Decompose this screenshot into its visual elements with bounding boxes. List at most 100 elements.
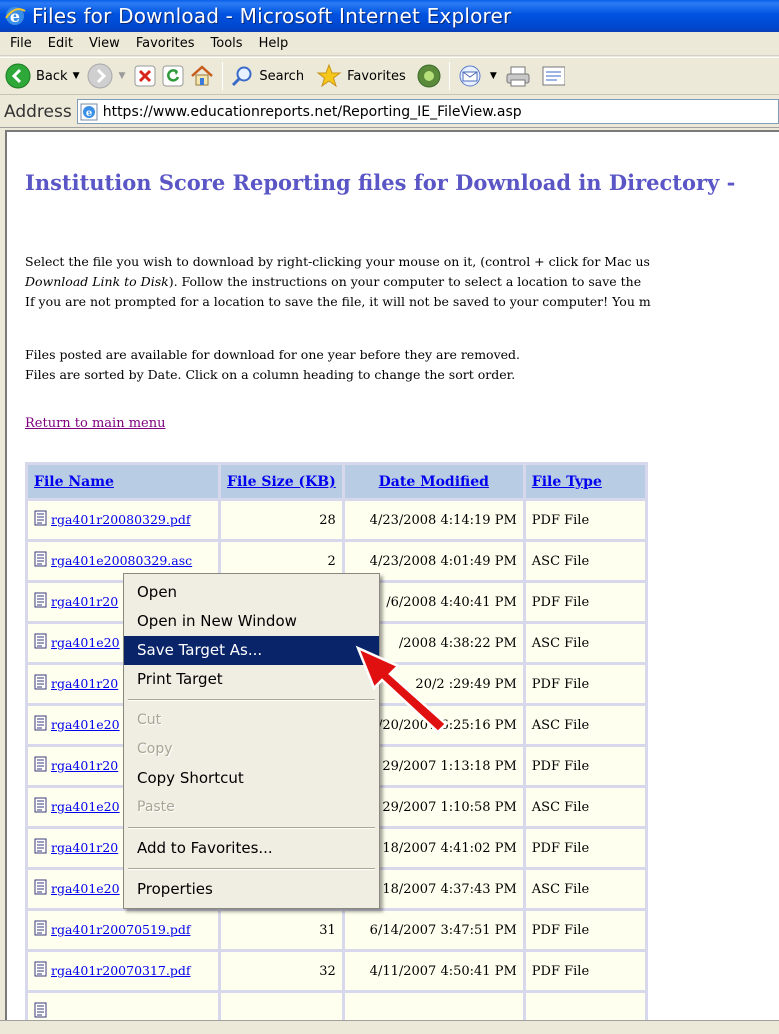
notes-line-1: Files posted are available for download … xyxy=(25,347,521,362)
cell-file-name xyxy=(28,993,218,1020)
toolbar-separator xyxy=(448,62,450,90)
svg-text:e: e xyxy=(86,108,92,119)
cell-file-type xyxy=(525,993,645,1020)
file-link[interactable]: rga401r20 xyxy=(51,676,118,691)
menu-help[interactable]: Help xyxy=(251,34,297,53)
mail-dropdown-icon[interactable]: ▼ xyxy=(490,71,497,81)
instructions-italic: Download Link to Disk xyxy=(25,274,169,289)
back-dropdown-icon[interactable]: ▼ xyxy=(73,71,80,81)
table-row xyxy=(28,993,645,1020)
forward-dropdown-icon[interactable]: ▼ xyxy=(118,71,125,81)
menu-file[interactable]: File xyxy=(2,34,40,53)
document-icon xyxy=(34,879,48,899)
refresh-button[interactable] xyxy=(159,60,187,92)
context-menu-open[interactable]: Open xyxy=(124,578,379,607)
context-menu-cut: Cut xyxy=(137,712,162,728)
file-link[interactable]: rga401e20 xyxy=(51,717,120,732)
document-icon xyxy=(34,838,48,858)
file-link[interactable]: rga401r20 xyxy=(51,840,118,855)
context-menu-separator xyxy=(128,868,375,870)
address-bar: Address e https://www.educationreports.n… xyxy=(0,96,779,128)
cell-file-type: PDF File xyxy=(525,583,645,621)
cell-file-type: PDF File xyxy=(525,952,645,990)
file-link[interactable]: rga401e20 xyxy=(51,881,120,896)
context-menu-add-to-favorites[interactable]: Add to Favorites... xyxy=(124,834,379,863)
print-icon xyxy=(506,66,530,87)
context-menu: Open Open in New Window Save Target As..… xyxy=(123,573,380,909)
cell-file-type: PDF File xyxy=(525,665,645,703)
favorites-button[interactable]: Favorites xyxy=(314,60,408,92)
file-link[interactable]: rga401r20070317.pdf xyxy=(51,963,191,978)
file-link[interactable]: rga401r20080329.pdf xyxy=(51,512,191,527)
cell-file-size xyxy=(221,993,342,1020)
edit-button[interactable] xyxy=(539,60,567,92)
document-icon xyxy=(34,674,48,694)
document-icon xyxy=(34,510,48,530)
status-bar xyxy=(0,1020,779,1034)
cell-date-modified: 4/23/2008 4:14:19 PM xyxy=(344,501,523,539)
ie-logo-icon: e xyxy=(5,7,26,26)
instructions-line-2-rest: ). Follow the instructions on your compu… xyxy=(168,274,642,289)
forward-button[interactable]: ▼ xyxy=(85,60,131,92)
column-header-file-name[interactable]: File Name xyxy=(28,465,218,498)
cell-file-type: ASC File xyxy=(525,542,645,580)
file-link[interactable]: rga401r20 xyxy=(51,758,118,773)
column-header-file-type[interactable]: File Type xyxy=(525,465,645,498)
favorites-label: Favorites xyxy=(347,68,406,84)
window-title-bar[interactable]: e Files for Download - Microsoft Interne… xyxy=(0,0,779,32)
cell-file-size: 28 xyxy=(221,501,342,539)
back-label: Back xyxy=(36,68,68,84)
column-header-file-size[interactable]: File Size (KB) xyxy=(221,465,342,498)
cell-date-modified: 4/11/2007 4:50:41 PM xyxy=(344,952,523,990)
mail-icon xyxy=(459,65,481,87)
column-header-date-modified[interactable]: Date Modified xyxy=(344,465,523,498)
return-to-main-menu-link[interactable]: Return to main menu xyxy=(25,416,166,431)
instructions: Select the file you wish to download by … xyxy=(25,252,651,312)
cell-file-size: 32 xyxy=(221,952,342,990)
document-icon xyxy=(34,592,48,612)
file-link[interactable]: rga401e20080329.asc xyxy=(51,553,192,568)
cell-file-type: ASC File xyxy=(525,870,645,908)
context-menu-save-target-as[interactable]: Save Target As... xyxy=(124,636,379,665)
file-link[interactable]: rga401e20 xyxy=(51,799,120,814)
address-input[interactable]: e https://www.educationreports.net/Repor… xyxy=(76,99,779,124)
document-icon xyxy=(34,715,48,735)
file-link[interactable]: rga401e20 xyxy=(51,635,120,650)
menu-favorites[interactable]: Favorites xyxy=(128,34,203,53)
print-button[interactable] xyxy=(503,60,533,92)
notes: Files posted are available for download … xyxy=(25,345,520,385)
menu-view[interactable]: View xyxy=(81,34,128,53)
cell-file-name: rga401r20070317.pdf xyxy=(28,952,218,990)
stop-button[interactable] xyxy=(131,60,159,92)
back-icon xyxy=(5,63,31,89)
context-menu-properties[interactable]: Properties xyxy=(124,875,379,904)
context-menu-print-target[interactable]: Print Target xyxy=(124,665,379,694)
cell-file-name: rga401r20080329.pdf xyxy=(28,501,218,539)
page-icon: e xyxy=(80,103,98,120)
context-menu-copy-shortcut[interactable]: Copy Shortcut xyxy=(124,764,379,793)
menu-tools[interactable]: Tools xyxy=(203,34,251,53)
file-link[interactable]: rga401r20 xyxy=(51,594,118,609)
home-icon xyxy=(191,65,214,86)
instructions-line-3: If you are not prompted for a location t… xyxy=(25,294,651,309)
context-menu-paste: Paste xyxy=(137,799,175,815)
document-icon xyxy=(34,756,48,776)
search-button[interactable]: Search xyxy=(228,60,306,92)
back-button[interactable]: Back ▼ xyxy=(3,60,85,92)
media-button[interactable] xyxy=(414,60,444,92)
page-content: Institution Score Reporting files for Do… xyxy=(5,130,779,1020)
cell-file-name: rga401r20070519.pdf xyxy=(28,911,218,949)
page-title: Institution Score Reporting files for Do… xyxy=(25,170,736,195)
document-icon xyxy=(34,797,48,817)
table-header-row: File Name File Size (KB) Date Modified F… xyxy=(28,465,645,498)
file-link[interactable]: rga401r20070519.pdf xyxy=(51,922,191,937)
red-arrow-icon xyxy=(355,645,448,734)
favorites-star-icon xyxy=(316,63,342,88)
table-row: rga401r20070317.pdf 32 4/11/2007 4:50:41 P… xyxy=(28,952,645,990)
stop-icon xyxy=(134,65,156,87)
forward-icon xyxy=(87,63,113,89)
home-button[interactable] xyxy=(187,60,217,92)
mail-button[interactable]: ▼ xyxy=(455,60,503,92)
menu-edit[interactable]: Edit xyxy=(40,34,81,53)
context-menu-open-in-new-window[interactable]: Open in New Window xyxy=(124,607,379,636)
